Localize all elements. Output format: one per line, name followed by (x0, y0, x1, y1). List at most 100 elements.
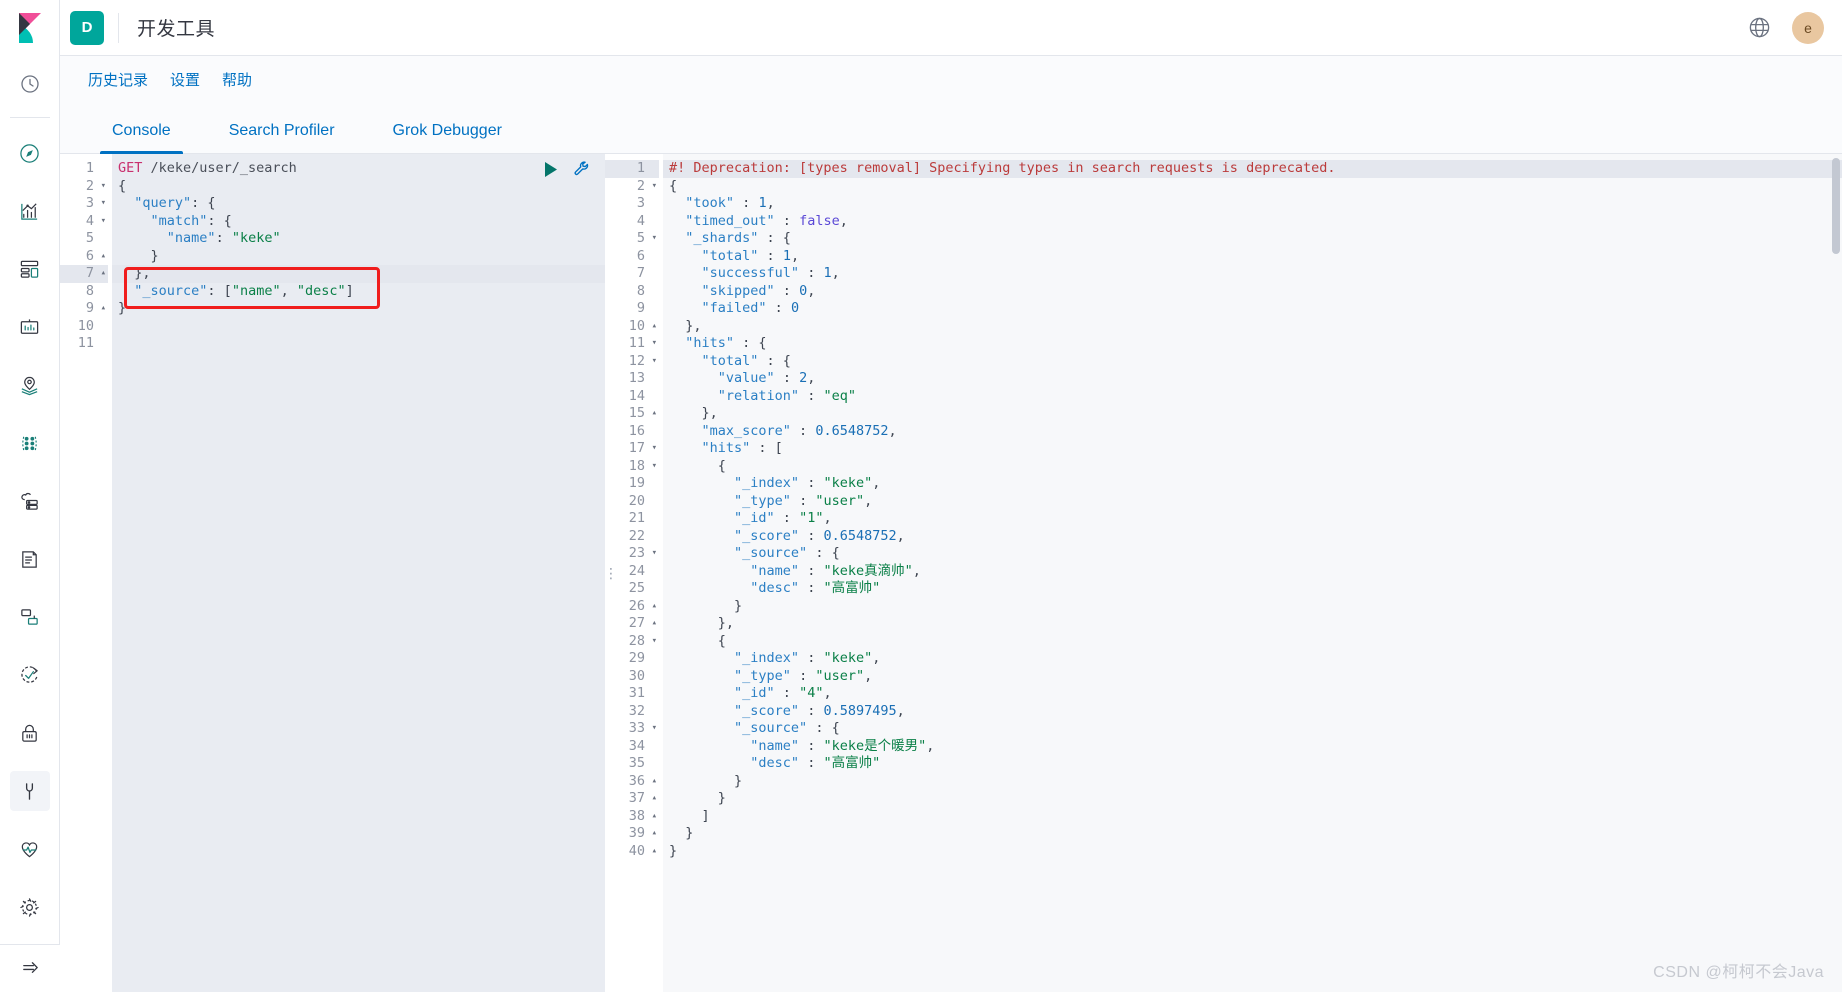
nav-link-help[interactable]: 帮助 (222, 69, 252, 90)
fold-toggle-icon[interactable]: ▾ (652, 178, 657, 196)
code-token: "total" (701, 247, 759, 264)
help-circle-icon[interactable] (1742, 11, 1776, 45)
user-avatar[interactable]: e (1792, 11, 1824, 44)
code-token: : (790, 667, 816, 684)
request-editor[interactable]: GET /keke/user/_search{ "query": { "matc… (112, 154, 605, 992)
fold-toggle-icon[interactable]: ▾ (652, 545, 657, 563)
fold-toggle-icon[interactable]: ▴ (652, 790, 657, 808)
nav-link-history[interactable]: 历史记录 (88, 69, 148, 90)
response-viewer[interactable]: #! Deprecation: [types removal] Specifyi… (663, 154, 1842, 992)
kibana-logo[interactable] (0, 0, 60, 55)
wrench-icon[interactable] (573, 160, 591, 178)
code-token: "desc" (296, 282, 346, 299)
code-token: "name" (231, 282, 281, 299)
sidebar-item-canvas[interactable] (10, 307, 50, 347)
fold-toggle-icon[interactable]: ▾ (652, 335, 657, 353)
code-line: "query": { (112, 195, 605, 213)
code-token: }, (669, 615, 735, 631)
sidebar-item-machine-learning[interactable] (10, 423, 50, 463)
fold-toggle-icon[interactable]: ▾ (652, 458, 657, 476)
fold-toggle-icon[interactable]: ▴ (652, 318, 657, 336)
fold-toggle-icon[interactable]: ▴ (101, 300, 106, 318)
nav-link-settings[interactable]: 设置 (170, 69, 200, 90)
code-line: } (663, 773, 1842, 791)
fold-toggle-icon[interactable]: ▴ (652, 843, 657, 861)
fold-toggle-icon[interactable]: ▴ (101, 248, 106, 266)
line-number: 10 (77, 317, 94, 334)
sidebar-item-monitoring[interactable] (10, 829, 50, 869)
code-token: : { (758, 230, 791, 246)
app-badge[interactable]: D (70, 10, 104, 45)
fold-toggle-icon[interactable]: ▾ (652, 440, 657, 458)
fold-toggle-icon[interactable]: ▾ (101, 213, 106, 231)
fold-toggle-icon[interactable]: ▾ (101, 195, 106, 213)
line-number: 5 (85, 230, 94, 246)
fold-toggle-icon[interactable]: ▾ (652, 720, 657, 738)
response-scrollbar[interactable] (1832, 158, 1840, 254)
sidebar-item-dashboard[interactable] (10, 249, 50, 289)
main-region: D 开发工具 e 历史记录 设置 帮助 Console Search Profi… (60, 0, 1842, 992)
sidebar-item-infrastructure[interactable] (10, 481, 50, 521)
code-token: "高富帅" (823, 755, 881, 771)
sidebar-item-apm[interactable] (10, 597, 50, 637)
sidebar-item-logs[interactable] (10, 539, 50, 579)
console-nav-links: 历史记录 设置 帮助 (60, 56, 1842, 102)
header-divider (118, 12, 119, 43)
sidebar-item-uptime[interactable] (10, 655, 50, 695)
code-token: "skipped" (701, 282, 775, 299)
code-token: 2 (799, 370, 808, 386)
code-token: : (790, 422, 816, 439)
fold-toggle-icon[interactable]: ▴ (652, 598, 657, 616)
code-token: , (831, 265, 840, 281)
code-token: "_index" (734, 475, 800, 491)
fold-toggle-icon[interactable]: ▴ (652, 773, 657, 791)
code-token: false (799, 212, 840, 229)
code-token: "_type" (734, 667, 791, 684)
code-token: 0 (799, 282, 808, 299)
code-token: "_shards" (685, 230, 759, 246)
line-number: 8 (85, 282, 94, 299)
sidebar-item-security[interactable] (10, 713, 50, 753)
code-token: }, (669, 317, 702, 334)
tab-grok-debugger[interactable]: Grok Debugger (369, 122, 526, 153)
vertical-dots-icon: ⋮ (604, 565, 618, 581)
pane-splitter[interactable]: ⋮ (604, 154, 618, 992)
sidebar-item-maps[interactable] (10, 365, 50, 405)
code-token: "_id" (734, 510, 775, 526)
fold-toggle-icon[interactable]: ▴ (652, 405, 657, 423)
sidebar-item-visualize[interactable] (10, 191, 50, 231)
code-line: "_source": ["name", "desc"] (112, 283, 605, 301)
code-token: "4" (799, 685, 824, 701)
tab-search-profiler[interactable]: Search Profiler (205, 122, 359, 153)
fold-toggle-icon[interactable]: ▾ (652, 353, 657, 371)
code-token: "desc" (750, 580, 800, 596)
fold-toggle-icon[interactable]: ▴ (652, 615, 657, 633)
sidebar-item-management[interactable] (10, 887, 50, 927)
fold-toggle-icon[interactable]: ▴ (101, 265, 106, 283)
code-token: , (872, 650, 881, 666)
code-line: { (663, 178, 1842, 196)
sidebar-collapse-button[interactable] (0, 944, 60, 992)
fold-toggle-icon[interactable]: ▴ (652, 825, 657, 843)
sidebar-item-recent[interactable] (10, 64, 50, 104)
code-token: , (888, 422, 897, 439)
sidebar-item-dev-tools[interactable] (9, 771, 50, 811)
code-token: } (669, 842, 678, 859)
fold-toggle-icon[interactable]: ▾ (652, 633, 657, 651)
code-token: } (669, 597, 743, 614)
code-line: "_type" : "user", (663, 493, 1842, 511)
play-triangle-icon[interactable] (543, 161, 559, 178)
fold-toggle-icon[interactable]: ▾ (652, 230, 657, 248)
fold-toggle-icon[interactable]: ▴ (652, 808, 657, 826)
sidebar-item-discover[interactable] (10, 133, 50, 173)
code-token: : (799, 265, 824, 281)
code-line: GET /keke/user/_search (112, 160, 605, 178)
tab-console[interactable]: Console (88, 122, 195, 154)
fold-toggle-icon[interactable]: ▾ (101, 178, 106, 196)
